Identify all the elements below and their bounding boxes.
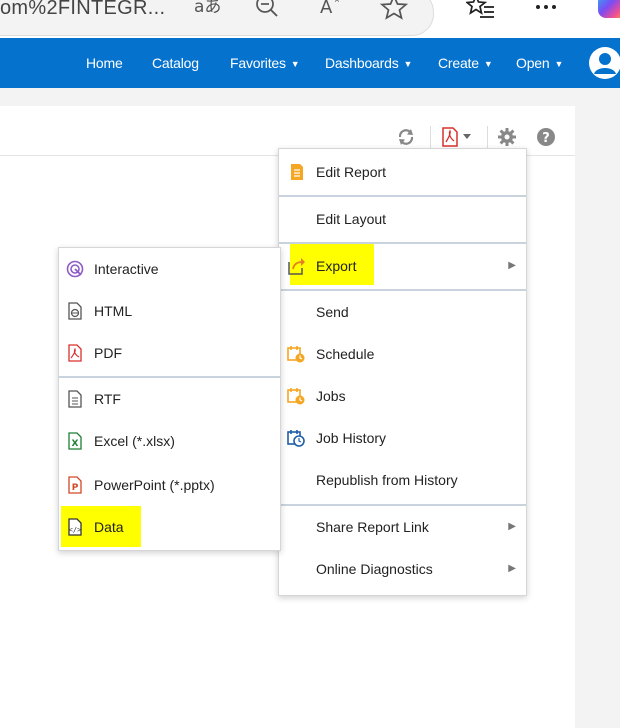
nav-favorites[interactable]: Favorites ▼	[230, 38, 300, 88]
svg-text:P: P	[72, 483, 79, 493]
submenu-item-label: Interactive	[94, 261, 159, 277]
svg-text:A: A	[320, 0, 333, 18]
chevron-down-icon: ▼	[290, 59, 300, 69]
nav-open-label: Open	[516, 55, 550, 71]
nav-create[interactable]: Create ▼	[438, 38, 493, 88]
help-icon[interactable]: ?	[536, 127, 556, 147]
svg-text:</>: </>	[69, 526, 82, 534]
menu-item-label: Online Diagnostics	[316, 561, 433, 577]
data-file-icon: </>	[68, 518, 82, 536]
menu-item-label: Jobs	[316, 388, 346, 404]
html-file-icon	[68, 302, 82, 320]
text-size-icon[interactable]: A ᴬ	[318, 0, 348, 18]
excel-file-icon: X	[68, 432, 82, 450]
chevron-down-icon: ▼	[483, 59, 493, 69]
refresh-icon[interactable]	[396, 128, 416, 146]
submenu-item-label: RTF	[94, 391, 121, 407]
report-edit-icon	[291, 164, 303, 180]
menu-item-export[interactable]: Export ▶	[279, 245, 526, 287]
favorites-list-icon[interactable]	[466, 0, 496, 20]
export-icon	[288, 258, 305, 275]
menu-item-label: Edit Report	[316, 164, 387, 180]
menu-item-label: Share Report Link	[316, 519, 429, 535]
submenu-item-html[interactable]: HTML	[59, 290, 280, 332]
favorite-icon[interactable]	[380, 0, 408, 20]
jobs-icon	[287, 388, 305, 405]
submenu-arrow-icon: ▶	[508, 563, 516, 574]
content-top-margin	[0, 88, 620, 106]
menu-item-share-report-link[interactable]: Share Report Link ▶	[279, 506, 526, 548]
read-aloud-icon[interactable]: aあ	[192, 0, 224, 18]
job-history-icon	[287, 430, 305, 447]
toolbar-separator	[430, 126, 431, 148]
svg-text:aあ: aあ	[194, 0, 221, 17]
submenu-item-interactive[interactable]: Interactive	[59, 248, 280, 290]
chevron-down-icon: ▼	[554, 59, 564, 69]
settings-icon[interactable]	[497, 127, 517, 147]
nav-dashboards-label: Dashboards	[325, 55, 399, 71]
submenu-item-data[interactable]: </> Data	[59, 506, 280, 548]
svg-text:ᴬ: ᴬ	[335, 0, 339, 8]
menu-separator	[279, 195, 526, 197]
submenu-item-pdf[interactable]: PDF	[59, 332, 280, 374]
powerpoint-file-icon: P	[68, 476, 82, 494]
chevron-down-icon: ▼	[403, 59, 413, 69]
user-avatar-icon[interactable]	[588, 46, 620, 80]
menu-item-schedule[interactable]: Schedule	[279, 333, 526, 375]
submenu-item-rtf[interactable]: RTF	[59, 378, 280, 420]
zoom-out-icon[interactable]	[255, 0, 281, 20]
submenu-item-label: PDF	[94, 345, 122, 361]
report-actions-menu: Edit Report Edit Layout Export ▶ Send Sc…	[278, 148, 527, 596]
nav-create-label: Create	[438, 55, 479, 71]
menu-item-jobs[interactable]: Jobs	[279, 375, 526, 417]
menu-item-edit-layout[interactable]: Edit Layout	[279, 198, 526, 240]
svg-text:X: X	[72, 439, 79, 449]
menu-item-republish-from-history[interactable]: Republish from History	[279, 459, 526, 501]
submenu-arrow-icon: ▶	[508, 521, 516, 532]
nav-dashboards[interactable]: Dashboards ▼	[325, 38, 412, 88]
menu-item-label: Schedule	[316, 346, 375, 362]
menu-item-label: Edit Layout	[316, 211, 387, 227]
menu-item-label: Republish from History	[316, 472, 458, 488]
nav-open[interactable]: Open ▼	[516, 38, 563, 88]
nav-catalog-label: Catalog	[152, 55, 199, 71]
nav-home[interactable]: Home	[86, 38, 123, 88]
menu-item-label: Job History	[316, 430, 387, 446]
interactive-icon	[66, 260, 84, 278]
menu-item-online-diagnostics[interactable]: Online Diagnostics ▶	[279, 548, 526, 590]
nav-favorites-label: Favorites	[230, 55, 286, 71]
schedule-icon	[287, 346, 305, 363]
menu-item-label: Send	[316, 304, 349, 320]
more-icon[interactable]	[534, 0, 558, 14]
menu-item-job-history[interactable]: Job History	[279, 417, 526, 459]
submenu-item-powerpoint[interactable]: P PowerPoint (*.pptx)	[59, 464, 280, 506]
submenu-item-label: Excel (*.xlsx)	[94, 433, 175, 449]
copilot-icon[interactable]	[598, 0, 620, 18]
browser-toolbar: om%2FINTEGR... aあ A ᴬ	[0, 0, 620, 38]
submenu-item-label: HTML	[94, 303, 133, 319]
submenu-item-label: Data	[94, 519, 124, 535]
address-bar-text[interactable]: om%2FINTEGR...	[0, 0, 165, 18]
content-right-margin	[575, 88, 620, 728]
top-navigation-bar: Home Catalog Favorites ▼ Dashboards ▼ Crea…	[0, 38, 620, 88]
export-submenu: Interactive HTML PDF RTF X Excel (*.xlsx…	[58, 247, 281, 551]
rtf-file-icon	[68, 390, 82, 408]
nav-catalog[interactable]: Catalog	[152, 38, 199, 88]
submenu-item-label: PowerPoint (*.pptx)	[94, 477, 215, 493]
svg-text:?: ?	[542, 131, 550, 146]
menu-item-send[interactable]: Send	[279, 291, 526, 333]
toolbar-separator	[487, 126, 488, 148]
nav-home-label: Home	[86, 55, 123, 71]
menu-item-label: Export	[316, 258, 357, 274]
menu-item-edit-report[interactable]: Edit Report	[279, 151, 526, 193]
submenu-item-excel[interactable]: X Excel (*.xlsx)	[59, 420, 280, 462]
pdf-file-icon	[68, 344, 82, 362]
submenu-arrow-icon: ▶	[508, 260, 516, 271]
pdf-export-icon[interactable]	[441, 127, 477, 147]
